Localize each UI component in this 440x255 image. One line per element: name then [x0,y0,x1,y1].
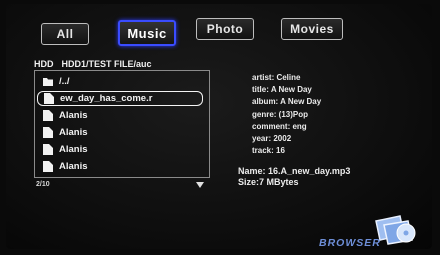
list-item-label: Alanis [59,110,88,121]
page-indicator: 2/10 [36,181,50,188]
track-metadata: artist: Celine title: A New Day album: A… [252,72,321,157]
meta-year: year: 2002 [252,134,292,144]
drive-label: HDD [34,59,54,69]
file-list: /../ ew_day_has_come.r Alanis Alanis Ala… [34,70,210,178]
list-item-label: ew_day_has_come.r [60,93,153,104]
file-size: Size:7 MBytes [238,177,299,187]
meta-track: track: 16 [252,146,285,156]
list-item-label: Alanis [59,161,88,172]
tab-music[interactable]: Music [118,20,176,46]
tv-screen: All Music Photo Movies HDD HDD1/TEST FILE… [6,4,432,249]
file-icon [43,144,53,155]
meta-comment: comment: eng [252,121,307,131]
list-item-parent-folder[interactable]: /../ [39,74,203,89]
list-item[interactable]: Alanis [39,108,203,123]
file-icon [43,161,53,172]
meta-title: title: A New Day [252,85,312,95]
file-info: Name: 16.A_new_day.mp3 Size:7 MBytes [238,166,350,188]
file-icon [43,127,53,138]
list-item-label: Alanis [59,127,88,138]
tab-movies[interactable]: Movies [281,18,343,40]
file-icon [44,93,54,104]
list-item[interactable]: Alanis [39,142,203,157]
scroll-down-arrow-icon[interactable] [196,182,204,188]
list-item-label: Alanis [59,144,88,155]
file-name: Name: 16.A_new_day.mp3 [238,166,351,176]
meta-artist: artist: Celine [252,73,301,82]
meta-album: album: A New Day [252,97,322,107]
folder-up-icon [43,76,53,87]
file-icon [43,110,53,121]
meta-genre: genre: (13)Pop [252,109,309,119]
breadcrumb: HDD HDD1/TEST FILE/auc [34,59,152,69]
list-item[interactable]: Alanis [39,159,203,174]
path-label: HDD1/TEST FILE/auc [61,59,152,69]
brand-label: BROWSER [319,237,381,249]
tab-all[interactable]: All [41,23,89,45]
tab-photo[interactable]: Photo [196,18,254,40]
list-item-selected[interactable]: ew_day_has_come.r [37,91,203,106]
list-item-label: /../ [59,76,70,87]
list-item[interactable]: Alanis [39,125,203,140]
